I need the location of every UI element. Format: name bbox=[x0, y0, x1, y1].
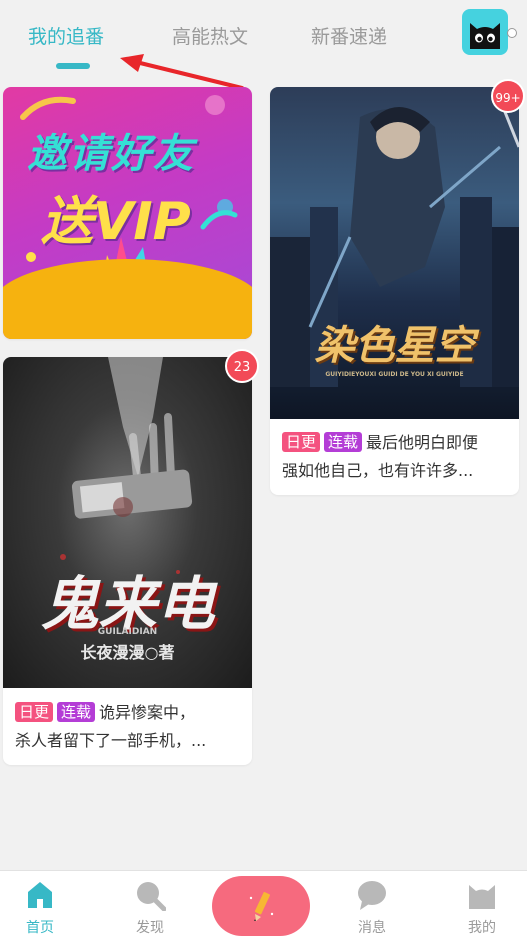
home-icon bbox=[28, 882, 52, 908]
book-cover: 染色星空 GUIYIDIEYOUXI GUIDI DE YOU XI GUIYI… bbox=[270, 87, 519, 419]
invite-friends-promo-card[interactable]: 邀请好友 送VIP bbox=[3, 87, 252, 339]
book-cover-title: 染色星空 bbox=[314, 323, 475, 369]
book-cover-subtitle: GUIYIDIEYOUXI GUIDI DE YOU XI GUIYIDE bbox=[325, 371, 464, 378]
serializing-tag: 连载 bbox=[57, 702, 96, 722]
write-button[interactable] bbox=[212, 876, 310, 936]
book-description: 日更 连载 最后他明白即便 强如他自己，也有许许多... bbox=[282, 429, 507, 485]
unread-count-badge: 99+ bbox=[491, 79, 525, 113]
avatar[interactable] bbox=[462, 9, 508, 55]
active-tab-indicator bbox=[56, 63, 90, 69]
black-cat-icon bbox=[470, 23, 500, 49]
pencil-icon bbox=[249, 892, 274, 921]
book-card[interactable]: 染色星空 GUIYIDIEYOUXI GUIDI DE YOU XI GUIYI… bbox=[270, 87, 519, 495]
promo-yellow-wave bbox=[3, 259, 252, 339]
book-description-line2: 杀人者留下了一部手机，... bbox=[15, 731, 207, 750]
book-cover: 鬼来电 GUILAIDIAN 长夜漫漫○著 bbox=[3, 357, 252, 688]
cat-face-icon bbox=[469, 885, 495, 909]
nav-discover[interactable]: 发现 bbox=[110, 871, 190, 936]
serializing-tag: 连载 bbox=[324, 432, 363, 452]
promo-vip-text: 送VIP bbox=[41, 192, 191, 252]
book-card[interactable]: 鬼来电 GUILAIDIAN 长夜漫漫○著 日更 连载 诡异惨案中， 杀人者留下了一… bbox=[3, 357, 252, 765]
tab-hot-articles[interactable]: 高能热文 bbox=[172, 22, 248, 49]
book-cover-subtitle: GUILAIDIAN bbox=[97, 627, 158, 637]
promo-title: 邀请好友 bbox=[27, 131, 195, 177]
avatar-status-dot bbox=[507, 28, 517, 38]
nav-discover-label: 发现 bbox=[136, 920, 164, 936]
book-description-line2: 强如他自己，也有许许多... bbox=[282, 461, 474, 480]
search-icon bbox=[137, 882, 166, 911]
tab-my-following[interactable]: 我的追番 bbox=[28, 22, 104, 49]
nav-home-label: 首页 bbox=[26, 920, 54, 936]
book-description: 日更 连载 诡异惨案中， 杀人者留下了一部手机，... bbox=[15, 699, 240, 755]
unread-count-badge: 23 bbox=[225, 349, 259, 383]
nav-profile[interactable]: 我的 bbox=[442, 871, 522, 936]
nav-home[interactable]: 首页 bbox=[0, 871, 80, 936]
book-cover-author: 长夜漫漫○著 bbox=[80, 643, 175, 662]
book-description-line1: 诡异惨案中， bbox=[99, 703, 196, 722]
nav-messages[interactable]: 消息 bbox=[332, 871, 412, 936]
daily-update-tag: 日更 bbox=[15, 702, 54, 722]
daily-update-tag: 日更 bbox=[282, 432, 321, 452]
top-tab-bar: 我的追番 高能热文 新番速递 bbox=[0, 0, 527, 78]
nav-profile-label: 我的 bbox=[468, 920, 496, 936]
book-description-line1: 最后他明白即便 bbox=[366, 433, 479, 452]
nav-messages-label: 消息 bbox=[358, 920, 386, 936]
chat-bubble-icon bbox=[358, 881, 386, 910]
tab-new-releases[interactable]: 新番速递 bbox=[311, 22, 387, 49]
